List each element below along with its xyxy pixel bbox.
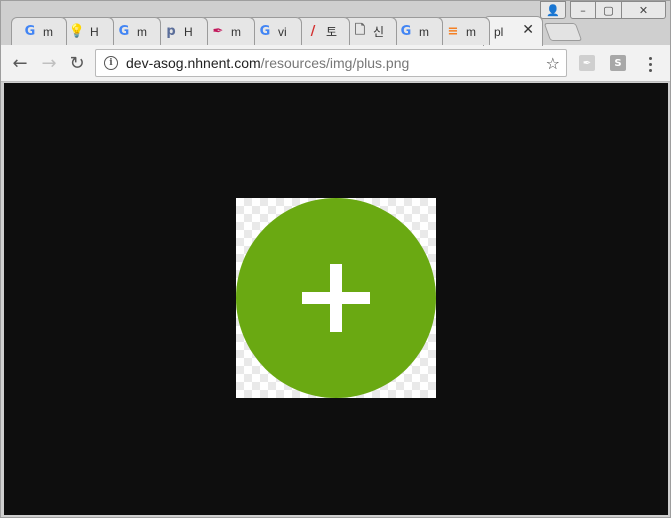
- feather-icon: ✒: [212, 24, 224, 39]
- tab-title: 신: [373, 25, 385, 39]
- tab-title: m: [419, 24, 429, 39]
- arrow-left-icon: ←: [12, 52, 28, 74]
- dot: [648, 68, 652, 72]
- window-controls: 👤 – ▢ ✕: [540, 1, 666, 19]
- tab-title: m: [466, 24, 476, 39]
- dot: [648, 56, 652, 60]
- tab-6[interactable]: / 토: [294, 17, 350, 45]
- browser-window: Gm 💡 H Gm p H ✒ m Gvi / 토 🗋 신 Gm ≡ m pl ✕ 👤 – ▢ ✕ ← → ↻ i…: [0, 0, 671, 518]
- new-tab-button[interactable]: [543, 23, 583, 41]
- pdf-extension-icon[interactable]: ✒: [579, 55, 595, 71]
- google-g-icon: G: [259, 24, 271, 39]
- close-window-button[interactable]: ✕: [622, 1, 666, 19]
- bookmark-star-icon[interactable]: ☆: [546, 54, 560, 73]
- google-g-icon: G: [400, 24, 412, 39]
- p-circle-icon: p: [166, 24, 176, 39]
- image-transparency-checkerboard: [236, 198, 436, 398]
- tab-title: 토: [326, 25, 338, 39]
- s-extension-icon[interactable]: S: [610, 55, 626, 71]
- arrow-right-icon: →: [41, 52, 57, 74]
- tab-title: m: [137, 24, 147, 39]
- tab-title: m: [231, 24, 241, 39]
- address-bar[interactable]: i dev-asog.nhnent.com/resources/img/plus…: [95, 49, 567, 77]
- toolbar: ← → ↻ i dev-asog.nhnent.com/resources/im…: [1, 45, 670, 82]
- document-icon: 🗋: [354, 22, 366, 38]
- tab-title: vi: [278, 24, 287, 39]
- page-viewport: [4, 83, 668, 515]
- profile-button[interactable]: 👤: [540, 1, 566, 19]
- close-tab-icon[interactable]: ✕: [522, 22, 534, 38]
- url-host: dev-asog.nhnent.com: [126, 55, 261, 71]
- maximize-icon: ▢: [603, 3, 614, 17]
- tab-strip: Gm 💡 H Gm p H ✒ m Gvi / 토 🗋 신 Gm ≡ m pl ✕ 👤 – ▢ ✕: [1, 1, 670, 46]
- minimize-icon: –: [580, 3, 586, 17]
- tab-title: pl: [494, 24, 504, 39]
- dot: [648, 62, 652, 66]
- tab-0[interactable]: Gm: [11, 17, 67, 45]
- maximize-button[interactable]: ▢: [596, 1, 622, 19]
- pen-icon: /: [310, 24, 316, 39]
- user-icon: 👤: [546, 3, 560, 17]
- back-button[interactable]: ←: [9, 52, 31, 74]
- url-path: /resources/img/plus.png: [260, 55, 410, 71]
- plus-vertical-bar: [330, 264, 342, 332]
- tab-title: m: [43, 24, 53, 39]
- tab-title: H: [90, 24, 99, 39]
- tab-title: H: [184, 24, 193, 39]
- forward-button[interactable]: →: [38, 52, 60, 74]
- tab-10[interactable]: pl ✕: [483, 16, 543, 46]
- info-icon[interactable]: i: [104, 56, 118, 70]
- stackoverflow-icon: ≡: [447, 24, 459, 39]
- url-text[interactable]: dev-asog.nhnent.com/resources/img/plus.p…: [126, 55, 409, 71]
- minimize-button[interactable]: –: [570, 1, 596, 19]
- reload-button[interactable]: ↻: [66, 52, 88, 74]
- menu-button[interactable]: [641, 53, 659, 75]
- close-icon: ✕: [638, 3, 649, 17]
- lightbulb-icon: 💡: [68, 24, 86, 39]
- google-g-icon: G: [118, 24, 130, 39]
- google-g-icon: G: [24, 24, 36, 39]
- plus-icon: [236, 198, 436, 398]
- reload-icon: ↻: [69, 52, 85, 74]
